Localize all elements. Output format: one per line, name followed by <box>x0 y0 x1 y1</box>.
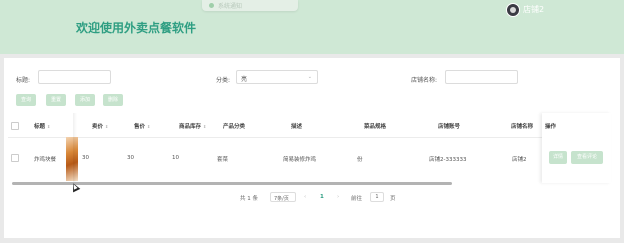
cell-category: 套菜 <box>217 157 229 163</box>
title-filter-label: 标题: <box>16 77 31 84</box>
total-count: 共 1 条 <box>240 196 258 202</box>
header-spec: 菜品规格 <box>364 124 387 130</box>
header-category: 产品分类 <box>223 124 246 130</box>
header-shopname: 店铺名称 <box>511 124 534 130</box>
goto-page-input[interactable]: 1 <box>370 192 384 202</box>
header-action: 操作 <box>545 124 557 130</box>
cell-price: 30 <box>127 155 134 161</box>
chevron-down-icon: ⌄ <box>307 74 312 80</box>
cell-stock: 10 <box>172 155 179 161</box>
top-header: 系统通知 欢迎使用外卖点餐软件 店铺2 <box>0 0 624 54</box>
category-select-value: 亮 <box>241 76 248 83</box>
page-suffix: 页 <box>390 196 396 202</box>
user-avatar[interactable] <box>506 3 520 17</box>
cell-desc: 简易装修炸鸡 <box>283 157 317 163</box>
goto-label: 前往 <box>351 196 363 202</box>
header-account: 店铺账号 <box>438 124 461 130</box>
category-select[interactable]: 亮 ⌄ <box>236 70 318 84</box>
sort-icon: ⇕ <box>105 124 109 129</box>
header-title[interactable]: 标题 ⇕ <box>34 122 50 130</box>
sort-icon: ⇕ <box>203 124 207 129</box>
product-table: 标题 ⇕ 卖价 ⇕ 售价 ⇕ 商品库存 ⇕ 产品分类 描述 菜品规格 店铺账号 店铺名称… <box>8 113 611 185</box>
cell-title: 炸鸡块餐 <box>34 157 57 163</box>
page-number-current[interactable]: 1 <box>320 194 324 200</box>
cell-sales: 30 <box>82 155 89 161</box>
notice-bar[interactable]: 系统通知 <box>202 0 298 11</box>
prev-page-button[interactable]: ‹ <box>304 194 306 200</box>
sort-icon: ⇕ <box>47 124 51 129</box>
row-checkbox[interactable] <box>11 154 19 162</box>
page-size-select[interactable]: 7条/页 <box>270 192 296 202</box>
category-filter-label: 分类: <box>216 77 231 84</box>
header-stock[interactable]: 商品库存 ⇕ <box>179 122 206 130</box>
app-title: 欢迎使用外卖点餐软件 <box>76 21 197 35</box>
view-reviews-button[interactable]: 查看评论 <box>571 151 603 164</box>
main-panel: 标题: 分类: 亮 ⌄ 店铺名称: 查询 重置 添加 删除 标题 ⇕ 卖价 ⇕ 售价… <box>4 58 620 238</box>
fixed-column-shadow <box>73 113 77 183</box>
notice-icon <box>209 3 214 8</box>
notice-text: 系统通知 <box>218 4 243 10</box>
detail-button[interactable]: 详情 <box>549 151 567 164</box>
header-desc: 描述 <box>291 124 303 130</box>
cell-shopname: 店铺2 <box>512 157 527 163</box>
reset-button[interactable]: 重置 <box>46 94 66 106</box>
sort-icon: ⇕ <box>147 124 151 129</box>
horizontal-scrollbar[interactable] <box>9 182 609 185</box>
cell-spec: 份 <box>357 157 363 163</box>
delete-button[interactable]: 删除 <box>103 94 123 106</box>
query-button[interactable]: 查询 <box>16 94 36 106</box>
add-button[interactable]: 添加 <box>75 94 95 106</box>
cell-account: 店铺2-333333 <box>429 157 467 163</box>
header-sales[interactable]: 卖价 ⇕ <box>92 122 108 130</box>
next-page-button[interactable]: › <box>337 194 339 200</box>
header-price[interactable]: 售价 ⇕ <box>134 122 150 130</box>
table-header: 标题 ⇕ 卖价 ⇕ 售价 ⇕ 商品库存 ⇕ 产品分类 描述 菜品规格 店铺账号 店铺名称 <box>8 113 611 138</box>
shop-filter-label: 店铺名称: <box>411 77 438 84</box>
user-name[interactable]: 店铺2 <box>523 4 544 15</box>
pagination: 共 1 条 7条/页 ‹ 1 › 前往 1 页 <box>4 192 620 204</box>
select-all-checkbox[interactable] <box>11 122 19 130</box>
action-column: 操作 详情 查看评论 <box>542 113 611 183</box>
shop-filter-input[interactable] <box>445 70 518 84</box>
title-filter-input[interactable] <box>38 70 111 84</box>
